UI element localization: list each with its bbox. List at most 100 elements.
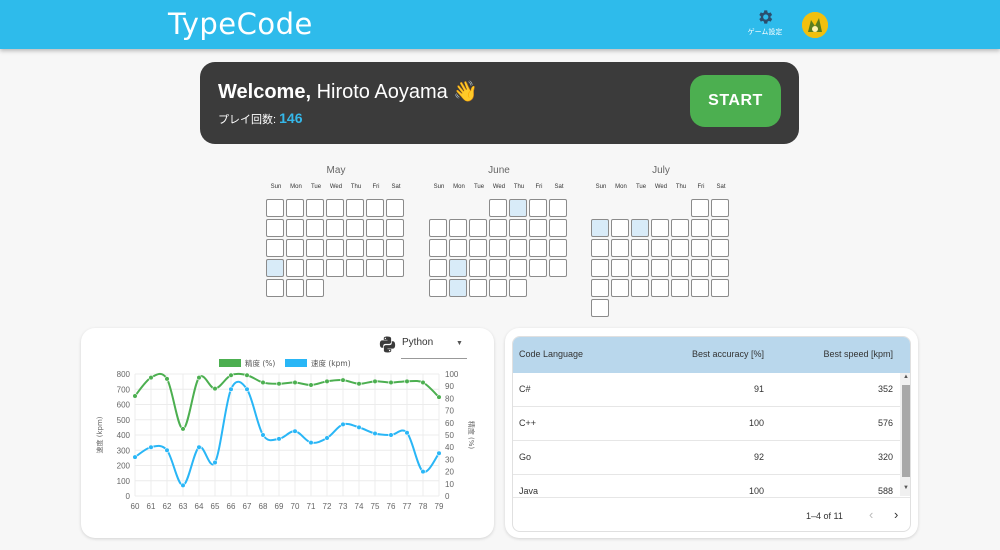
avatar-icon [802,12,828,38]
calendar-weekday-label: Tue [473,184,485,190]
data-point [132,454,138,460]
data-point [260,379,266,386]
scroll-down-icon[interactable]: ▼ [903,485,909,491]
calendar-day [469,259,487,277]
calendar-month-june: June Sun Mon Tue Wed Thu Fri Sat [429,165,569,325]
calendar-day [366,219,384,237]
calendar-day [549,219,567,237]
legend-label: 精度 (%) [245,358,275,368]
calendar-day [449,239,467,257]
table-row[interactable]: Go 92 320 [513,441,900,475]
x-tick-label: 69 [275,502,284,511]
cell-language: Go [519,452,532,462]
calendar-day [691,199,709,217]
play-count-value: 146 [279,110,303,126]
x-tick-label: 73 [339,502,348,511]
y-tick-label: 800 [117,370,131,379]
calendar-day [326,259,344,277]
data-point [260,432,266,438]
settings-button[interactable]: ゲーム設定 [744,8,786,37]
calendar-day [611,279,629,297]
calendar-day [691,219,709,237]
gear-icon [759,10,773,24]
calendar-day [591,219,609,237]
table-pagination: 1–4 of 11 ‹ › [513,497,910,531]
x-tick-label: 60 [131,502,140,511]
y2-tick-label: 30 [445,455,454,464]
calendar-day [489,279,507,297]
x-tick-label: 74 [355,502,364,511]
calendar-day [449,279,467,297]
app-brand[interactable]: TypeCode [168,7,313,41]
header-language[interactable]: Code Language [519,349,583,359]
header-accuracy[interactable]: Best accuracy [%] [689,349,764,359]
avatar[interactable] [802,12,828,38]
y2-tick-label: 60 [445,419,454,428]
calendar-day [266,259,284,277]
calendar-month-may: May Sun Mon Tue Wed Thu Fri Sat [266,165,406,325]
progress-chart: 0 100 200 300 400 500 600 700 800 0 10 20 30 40 50 60 70… [95,358,476,511]
table-row[interactable]: C# 91 352 [513,373,900,407]
y2-tick-label: 0 [445,492,450,501]
data-point [244,386,250,392]
calendar-day [346,259,364,277]
play-count-row: プレイ回数: 146 [218,110,302,127]
cell-accuracy: 92 [753,452,764,462]
calendar-day [306,199,324,217]
python-icon [379,336,396,353]
calendar-day [509,219,527,237]
start-button[interactable]: START [690,75,781,127]
y-axis-title: 速度 (kpm) [95,416,104,453]
data-point [276,381,282,387]
calendar-day [286,199,304,217]
calendar-weekday-label: Sat [716,184,726,190]
calendar-day [386,199,404,217]
y2-axis-title: 精度 (%) [467,421,476,450]
calendar-day [529,259,547,277]
data-point [356,381,362,387]
scroll-up-icon[interactable]: ▲ [903,374,909,380]
calendar-day [386,219,404,237]
y-tick-label: 600 [117,401,131,410]
cell-speed: 352 [877,384,893,394]
settings-label: ゲーム設定 [747,29,783,36]
header-speed[interactable]: Best speed [kpm] [814,349,893,359]
y-tick-label: 700 [117,385,131,394]
cell-language: Java [519,486,539,496]
data-point [148,375,154,381]
table-row[interactable]: Java 100 588 [513,475,900,497]
calendar-day [509,259,527,277]
calendar-day [266,219,284,237]
table-row[interactable]: C++ 100 576 [513,407,900,441]
chevron-left-icon[interactable]: ‹ [869,507,873,522]
welcome-title: Welcome, Hiroto Aoyama 👋 [218,79,478,104]
calendar-day [711,279,729,297]
calendar-weekday-label: Sun [595,184,607,190]
calendar-day [429,259,447,277]
table-scrollbar[interactable]: ▲ ▼ [900,373,910,496]
x-tick-label: 65 [211,502,220,511]
calendar-weekday-label: Thu [513,184,525,190]
calendar-weekday-label: Sun [433,184,445,190]
calendar-day [671,279,689,297]
chevron-right-icon[interactable]: › [894,507,898,522]
calendar-weekday-label: Thu [675,184,687,190]
cell-speed: 320 [877,452,893,462]
calendar-day [591,259,609,277]
x-tick-label: 64 [195,502,204,511]
calendar-day [306,239,324,257]
cell-language: C# [519,384,531,394]
wave-emoji: 👋 [453,81,479,103]
cell-accuracy: 91 [753,384,764,394]
calendar-day [346,219,364,237]
calendar-day [711,199,729,217]
calendar-day [306,219,324,237]
data-point [308,382,314,388]
data-point [164,376,170,382]
data-point [340,377,346,383]
language-select[interactable]: Python ▼ [379,334,469,359]
data-point [388,432,394,438]
calendar-weekday-label: Fri [372,184,380,190]
scrollbar-thumb[interactable] [902,385,910,477]
y-tick-label: 200 [117,462,131,471]
